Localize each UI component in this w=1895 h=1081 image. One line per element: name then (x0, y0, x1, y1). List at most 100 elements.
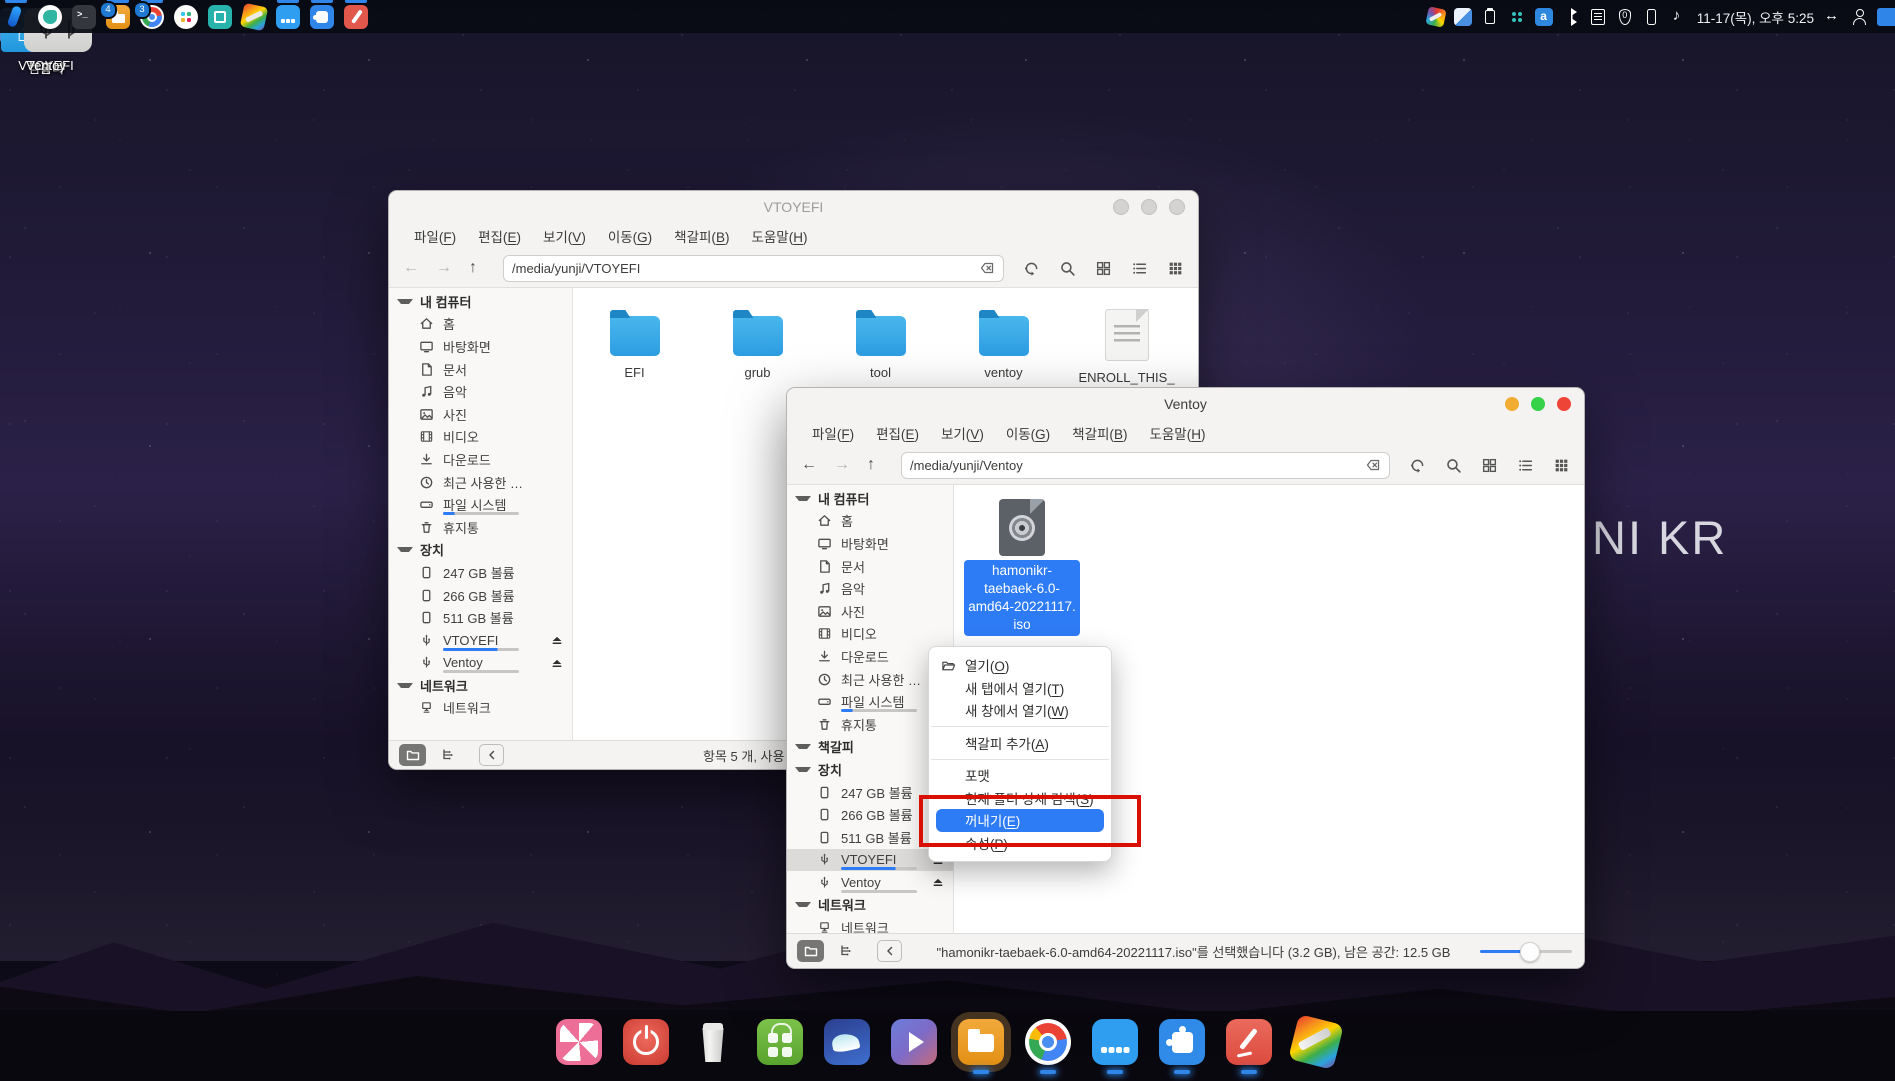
ctx-add-bookmark[interactable]: 책갈피 추가(A) (929, 732, 1111, 755)
sidebar-item-desktop[interactable]: 바탕화면 (389, 335, 572, 358)
places-button[interactable] (797, 940, 824, 962)
menu-item[interactable]: 편집(E) (865, 423, 930, 443)
file-efi[interactable]: EFI (573, 309, 696, 400)
collapse-sidebar-button[interactable] (877, 940, 902, 962)
collapse-sidebar-button[interactable] (479, 744, 504, 766)
panel-app-files[interactable]: 4 (99, 0, 130, 29)
menu-item[interactable]: 책갈피(B) (1061, 423, 1138, 443)
sidebar-item-music[interactable]: 음악 (389, 380, 572, 403)
sidebar-item-vtoyefi[interactable]: VTOYEFI (389, 629, 572, 652)
panel-app-slack[interactable] (174, 4, 198, 29)
forward-button[interactable]: → (834, 456, 850, 474)
menu-item[interactable]: 편집(E) (467, 226, 532, 246)
menu-item[interactable]: 보기(V) (930, 423, 995, 443)
ctx-open-window[interactable]: 새 창에서 열기(W) (929, 699, 1111, 722)
user-icon[interactable] (1850, 8, 1868, 26)
ctx-format[interactable]: 포맷 (929, 764, 1111, 787)
sidebar-item-downloads[interactable]: 다운로드 (389, 448, 572, 471)
sidebar-item-recent[interactable]: 최근 사용한 … (389, 471, 572, 494)
dock-whale-browser[interactable] (824, 1019, 870, 1065)
panel-app-launcher[interactable] (4, 0, 28, 29)
clipboard-icon[interactable] (1481, 7, 1499, 26)
dock-messenger[interactable] (1092, 1019, 1138, 1074)
panel-app-terminal[interactable] (72, 4, 96, 29)
treeview-button[interactable] (433, 744, 460, 766)
panel-app-editor[interactable] (344, 0, 368, 29)
sidebar-item-videos[interactable]: 비디오 (787, 623, 953, 646)
compact-view-icon[interactable] (1553, 457, 1570, 474)
menu-item[interactable]: 도움말(H) (1138, 423, 1216, 443)
bluetooth-icon[interactable] (1561, 7, 1580, 26)
treeview-button[interactable] (831, 940, 858, 962)
places-button[interactable] (399, 744, 426, 766)
menu-item[interactable]: 이동(G) (995, 423, 1061, 443)
sidebar-item-network[interactable]: 네트워크 (389, 697, 572, 720)
sidebar-item-trash[interactable]: 휴지통 (389, 516, 572, 539)
window-button-3[interactable] (1169, 199, 1185, 215)
sidebar-item-my-computer[interactable]: 내 컴퓨터 (389, 290, 572, 313)
panel-app-extension[interactable] (310, 0, 334, 29)
sidebar-section-devices[interactable]: 장치 (389, 539, 572, 562)
zoom-slider-thumb[interactable] (1520, 942, 1540, 962)
theme-switcher-icon[interactable] (1453, 7, 1472, 26)
history-icon[interactable] (1023, 260, 1040, 277)
list-view-icon[interactable] (1517, 457, 1534, 474)
sidebar-section-network[interactable]: 네트워크 (787, 894, 953, 917)
menu-item[interactable]: 책갈피(B) (663, 226, 740, 246)
sidebar-item-documents[interactable]: 문서 (389, 358, 572, 381)
sidebar-item-ventoy[interactable]: Ventoy (389, 652, 572, 675)
input-method-icon[interactable] (1534, 7, 1553, 26)
sidebar-item-documents[interactable]: 문서 (787, 555, 953, 578)
maximize-button[interactable] (1531, 397, 1545, 411)
menu-item[interactable]: 파일(F) (801, 423, 865, 443)
up-button[interactable]: ↑ (469, 259, 477, 277)
sidebar-item-filesystem[interactable]: 파일 시스템 (389, 493, 572, 516)
path-bar[interactable]: /media/yunji/Ventoy (901, 451, 1390, 479)
sidebar-item-pictures[interactable]: 사진 (787, 600, 953, 623)
minimize-button[interactable] (1505, 397, 1519, 411)
panel-app-hamonikr[interactable] (38, 4, 62, 29)
list-view-icon[interactable] (1131, 260, 1148, 277)
network-activity-icon[interactable] (1823, 7, 1841, 26)
path-bar[interactable]: /media/yunji/VTOYEFI (503, 254, 1004, 282)
sidebar-item-desktop[interactable]: 바탕화면 (787, 532, 953, 555)
panel-app-paint[interactable] (239, 2, 269, 31)
search-icon[interactable] (1059, 260, 1076, 277)
dock-paint-tool[interactable] (1288, 1014, 1344, 1070)
up-button[interactable]: ↑ (867, 456, 875, 474)
eject-button[interactable] (550, 656, 564, 670)
sidebar-item-vol-511[interactable]: 511 GB 볼륨 (389, 606, 572, 629)
menu-item[interactable]: 파일(F) (403, 226, 467, 246)
sidebar-item-pictures[interactable]: 사진 (389, 403, 572, 426)
back-button[interactable]: ← (403, 259, 419, 277)
sidebar-item-my-computer[interactable]: 내 컴퓨터 (787, 487, 953, 510)
sidebar-item-home[interactable]: 홈 (787, 510, 953, 533)
dock-editor[interactable] (1226, 1019, 1272, 1074)
eject-button[interactable] (550, 633, 564, 647)
titlebar[interactable]: Ventoy (787, 388, 1584, 420)
zoom-slider[interactable] (1480, 942, 1572, 962)
dock-shutdown[interactable] (623, 1019, 669, 1065)
paint-tray-icon[interactable] (1425, 5, 1447, 28)
sidebar-item-home[interactable]: 홈 (389, 313, 572, 336)
sidebar-item-vol-266[interactable]: 266 GB 볼륨 (389, 584, 572, 607)
ctx-sep-1[interactable] (931, 726, 1109, 727)
music-player-icon[interactable] (1670, 7, 1688, 26)
ctx-sep-2[interactable] (931, 758, 1109, 760)
back-button[interactable]: ← (801, 456, 817, 474)
search-icon[interactable] (1445, 457, 1462, 474)
panel-app-screenshot[interactable] (208, 4, 232, 29)
sidebar-item-vol-247[interactable]: 247 GB 볼륨 (389, 561, 572, 584)
sidebar-item-videos[interactable]: 비디오 (389, 426, 572, 449)
history-icon[interactable] (1409, 457, 1426, 474)
forward-button[interactable]: → (436, 259, 452, 277)
window-button-2[interactable] (1141, 199, 1157, 215)
dock-trash[interactable] (690, 1019, 736, 1065)
resource-monitor-icon[interactable] (1508, 8, 1526, 26)
sidebar-item-network[interactable]: 네트워크 (787, 916, 953, 933)
security-icon[interactable] (1616, 8, 1634, 26)
grid-view-icon[interactable] (1095, 260, 1112, 277)
clear-path-icon[interactable] (979, 260, 995, 276)
dock-software-center[interactable] (757, 1019, 803, 1065)
compact-view-icon[interactable] (1167, 260, 1184, 277)
